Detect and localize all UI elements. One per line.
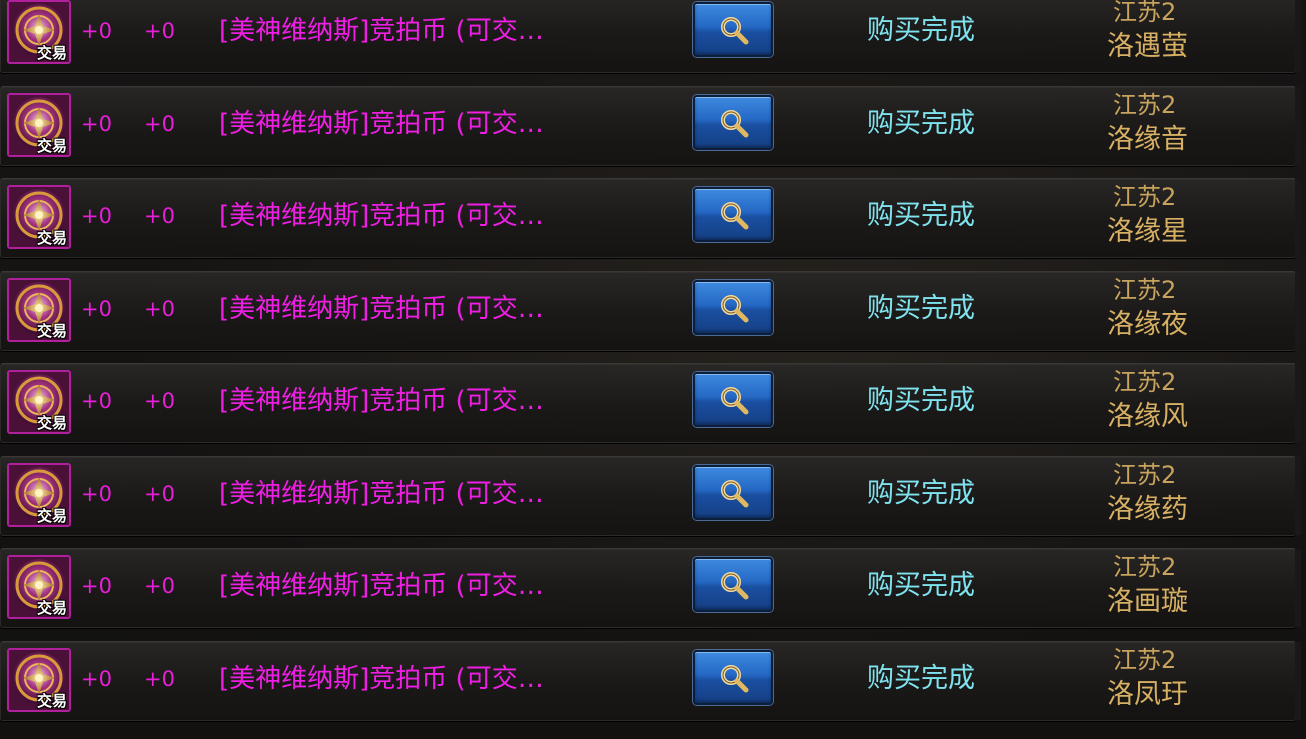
status-text: 购买完成 xyxy=(867,570,975,601)
amplify-level: +0 xyxy=(144,19,175,43)
trade-tag: 交易 xyxy=(36,44,67,62)
amplify-level: +0 xyxy=(144,204,175,228)
server-name: 江苏2 xyxy=(1113,91,1177,119)
trade-tag: 交易 xyxy=(36,414,67,432)
search-button[interactable] xyxy=(693,95,773,150)
server-name: 江苏2 xyxy=(1113,646,1177,674)
seller-name: 洛画璇 xyxy=(1107,586,1188,617)
search-button[interactable] xyxy=(693,650,773,705)
purchase-history-list: 交易 +0 +0 [美神维纳斯]竞拍币 (可交… 购买完成 江苏2 洛遇萤 交易 +0 +0 [美神… xyxy=(0,0,1306,739)
upgrade-level: +0 xyxy=(81,204,112,228)
server-name: 江苏2 xyxy=(1113,276,1177,304)
server-name: 江苏2 xyxy=(1113,553,1177,581)
item-icon[interactable]: 交易 xyxy=(7,93,71,157)
trade-tag: 交易 xyxy=(36,137,67,155)
list-item[interactable]: 交易 +0 +0 [美神维纳斯]竞拍币 (可交… 购买完成 江苏2 洛遇萤 xyxy=(0,0,1301,73)
amplify-level: +0 xyxy=(144,389,175,413)
seller-name: 洛凤玗 xyxy=(1107,679,1188,710)
search-button[interactable] xyxy=(693,372,773,427)
amplify-level: +0 xyxy=(144,297,175,321)
server-name: 江苏2 xyxy=(1113,461,1177,489)
upgrade-level: +0 xyxy=(81,667,112,691)
upgrade-level: +0 xyxy=(81,482,112,506)
status-text: 购买完成 xyxy=(867,200,975,231)
item-name[interactable]: [美神维纳斯]竞拍币 (可交… xyxy=(219,109,544,139)
item-name[interactable]: [美神维纳斯]竞拍币 (可交… xyxy=(219,479,544,509)
list-item[interactable]: 交易 +0 +0 [美神维纳斯]竞拍币 (可交… 购买完成 江苏2 洛缘星 xyxy=(0,178,1301,258)
status-text: 购买完成 xyxy=(867,293,975,324)
trade-tag: 交易 xyxy=(36,229,67,247)
item-icon[interactable]: 交易 xyxy=(7,648,71,712)
amplify-level: +0 xyxy=(144,667,175,691)
list-item[interactable]: 交易 +0 +0 [美神维纳斯]竞拍币 (可交… 购买完成 江苏2 洛凤玗 xyxy=(0,641,1301,721)
trade-tag: 交易 xyxy=(36,322,67,340)
server-name: 江苏2 xyxy=(1113,0,1177,26)
seller-name: 洛缘药 xyxy=(1107,494,1188,525)
status-text: 购买完成 xyxy=(867,663,975,694)
status-text: 购买完成 xyxy=(867,108,975,139)
list-item[interactable]: 交易 +0 +0 [美神维纳斯]竞拍币 (可交… 购买完成 江苏2 洛缘风 xyxy=(0,363,1301,443)
item-icon[interactable]: 交易 xyxy=(7,185,71,249)
seller-name: 洛缘风 xyxy=(1107,401,1188,432)
list-item[interactable]: 交易 +0 +0 [美神维纳斯]竞拍币 (可交… 购买完成 江苏2 洛缘音 xyxy=(0,86,1301,166)
trade-tag: 交易 xyxy=(36,692,67,710)
list-item[interactable]: 交易 +0 +0 [美神维纳斯]竞拍币 (可交… 购买完成 江苏2 洛画璇 xyxy=(0,548,1301,628)
amplify-level: +0 xyxy=(144,112,175,136)
upgrade-level: +0 xyxy=(81,19,112,43)
amplify-level: +0 xyxy=(144,574,175,598)
trade-tag: 交易 xyxy=(36,599,67,617)
item-icon[interactable]: 交易 xyxy=(7,463,71,527)
search-button[interactable] xyxy=(693,465,773,520)
upgrade-level: +0 xyxy=(81,297,112,321)
server-name: 江苏2 xyxy=(1113,183,1177,211)
item-icon[interactable]: 交易 xyxy=(7,370,71,434)
item-icon[interactable]: 交易 xyxy=(7,0,71,64)
seller-name: 洛遇萤 xyxy=(1107,31,1188,62)
item-icon[interactable]: 交易 xyxy=(7,278,71,342)
item-name[interactable]: [美神维纳斯]竞拍币 (可交… xyxy=(219,386,544,416)
upgrade-level: +0 xyxy=(81,112,112,136)
seller-name: 洛缘音 xyxy=(1107,124,1188,155)
search-button[interactable] xyxy=(693,280,773,335)
item-name[interactable]: [美神维纳斯]竞拍币 (可交… xyxy=(219,294,544,324)
list-item[interactable]: 交易 +0 +0 [美神维纳斯]竞拍币 (可交… 购买完成 江苏2 洛缘药 xyxy=(0,456,1301,536)
search-button[interactable] xyxy=(693,187,773,242)
item-name[interactable]: [美神维纳斯]竞拍币 (可交… xyxy=(219,201,544,231)
seller-name: 洛缘夜 xyxy=(1107,309,1188,340)
item-name[interactable]: [美神维纳斯]竞拍币 (可交… xyxy=(219,571,544,601)
status-text: 购买完成 xyxy=(867,478,975,509)
server-name: 江苏2 xyxy=(1113,368,1177,396)
list-item[interactable]: 交易 +0 +0 [美神维纳斯]竞拍币 (可交… 购买完成 江苏2 洛缘夜 xyxy=(0,271,1301,351)
trade-tag: 交易 xyxy=(36,507,67,525)
search-button[interactable] xyxy=(693,2,773,57)
search-button[interactable] xyxy=(693,557,773,612)
upgrade-level: +0 xyxy=(81,389,112,413)
status-text: 购买完成 xyxy=(867,385,975,416)
seller-name: 洛缘星 xyxy=(1107,216,1188,247)
item-name[interactable]: [美神维纳斯]竞拍币 (可交… xyxy=(219,664,544,694)
amplify-level: +0 xyxy=(144,482,175,506)
item-name[interactable]: [美神维纳斯]竞拍币 (可交… xyxy=(219,16,544,46)
status-text: 购买完成 xyxy=(867,15,975,46)
upgrade-level: +0 xyxy=(81,574,112,598)
item-icon[interactable]: 交易 xyxy=(7,555,71,619)
